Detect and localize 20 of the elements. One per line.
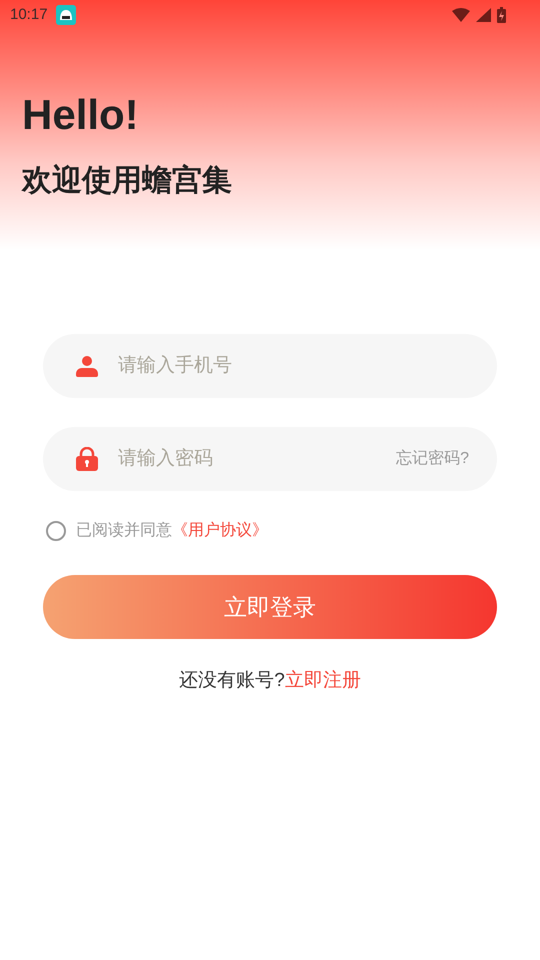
battery-icon <box>497 7 506 23</box>
user-agreement-link[interactable]: 《用户协议》 <box>172 522 268 539</box>
login-button[interactable]: 立即登录 <box>43 575 497 639</box>
welcome-subtitle: 欢迎使用蟾宫集 <box>22 166 233 196</box>
register-link[interactable]: 立即注册 <box>284 670 361 691</box>
greeting-title: Hello! <box>22 94 140 136</box>
lock-icon <box>76 447 98 471</box>
agreement-checkbox[interactable] <box>46 521 66 541</box>
forgot-password-link[interactable]: 忘记密码? <box>396 447 469 471</box>
status-time: 10:17 <box>10 4 48 25</box>
wifi-icon <box>452 8 470 22</box>
phone-input[interactable]: 请输入手机号 <box>118 352 469 380</box>
agreement-text: 已阅读并同意《用户协议》 <box>76 520 268 541</box>
app-notification-icon <box>56 5 76 25</box>
phone-field[interactable]: 请输入手机号 <box>43 334 497 398</box>
register-prompt: 还没有账号?立即注册 <box>178 669 362 693</box>
signal-icon <box>476 8 491 22</box>
password-field[interactable]: 请输入密码 忘记密码? <box>43 427 497 491</box>
user-icon <box>76 355 98 377</box>
password-input[interactable]: 请输入密码 <box>118 444 376 474</box>
